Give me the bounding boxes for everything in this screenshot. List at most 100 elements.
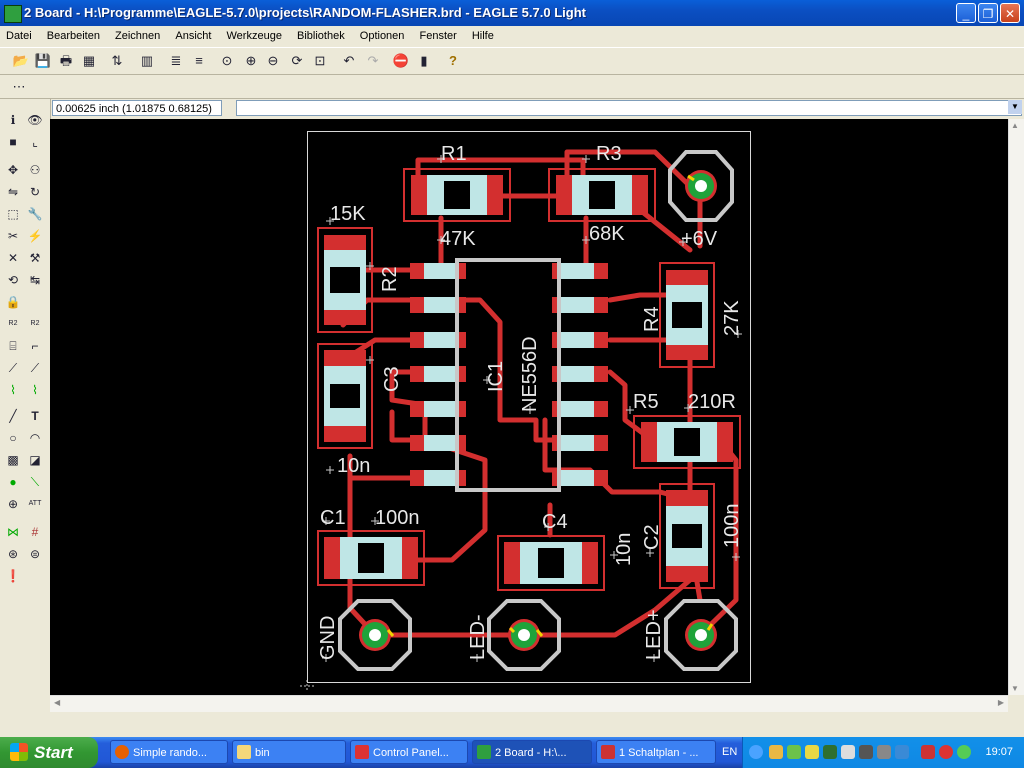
text-icon[interactable]: T [26, 407, 44, 425]
wire-icon[interactable]: ╱ [4, 407, 22, 425]
use-library-icon[interactable]: ▥ [138, 52, 156, 70]
mirror-icon[interactable]: ⇋ [4, 183, 22, 201]
tray-volume-icon[interactable] [841, 745, 855, 759]
command-dropdown-arrow[interactable]: ▼ [1008, 100, 1022, 114]
go-icon[interactable]: ▮ [415, 52, 433, 70]
script-icon[interactable]: ≣ [167, 52, 185, 70]
save-icon[interactable]: 💾 [34, 52, 52, 70]
name-icon[interactable]: R2 [4, 315, 22, 333]
ulp-icon[interactable]: ≡ [190, 52, 208, 70]
language-indicator[interactable]: EN [722, 737, 737, 768]
menu-fenster[interactable]: Fenster [413, 26, 462, 46]
add-icon[interactable]: ⚒ [26, 249, 44, 267]
errors-icon[interactable]: ❗ [4, 567, 22, 585]
task-board[interactable]: 2 Board - H:\... [472, 740, 592, 764]
close-button[interactable]: ✕ [1000, 3, 1020, 23]
tray-alert-icon[interactable] [939, 745, 953, 759]
help-icon[interactable]: ? [444, 52, 462, 70]
info-icon[interactable]: ℹ [4, 111, 22, 129]
tray-shield-icon[interactable] [805, 745, 819, 759]
menu-optionen[interactable]: Optionen [354, 26, 411, 46]
menu-hilfe[interactable]: Hilfe [466, 26, 500, 46]
zoom-in-icon[interactable]: ⊕ [242, 52, 260, 70]
erc-icon[interactable]: ⊛ [4, 545, 22, 563]
title-bar[interactable]: 2 Board - H:\Programme\EAGLE-5.7.0\proje… [0, 0, 1024, 26]
zoom-select-icon[interactable]: ⊡ [311, 52, 329, 70]
grid-icon[interactable]: ⋯ [10, 78, 28, 96]
move-icon[interactable]: ✥ [4, 161, 22, 179]
rotate-icon[interactable]: ↻ [26, 183, 44, 201]
autorouter-icon[interactable]: # [26, 523, 44, 541]
eagle-app-icon[interactable] [4, 5, 22, 23]
task-control-panel[interactable]: Control Panel... [350, 740, 468, 764]
ripup-icon[interactable]: ⌇ [26, 381, 44, 399]
start-button[interactable]: Start [0, 737, 98, 768]
attribute-icon[interactable]: ATT [26, 495, 44, 513]
tray-device-icon[interactable] [859, 745, 873, 759]
redraw-icon[interactable]: ⟳ [288, 52, 306, 70]
tray-arrow-icon[interactable] [749, 745, 763, 759]
task-schaltplan[interactable]: 1 Schaltplan - ... [596, 740, 716, 764]
menu-datei[interactable]: Datei [0, 26, 38, 46]
redo-icon[interactable]: ↷ [364, 52, 382, 70]
lock-icon[interactable]: ↹ [26, 271, 44, 289]
scroll-down-arrow[interactable]: ▼ [1011, 684, 1019, 693]
paste-icon[interactable]: ✂ [4, 227, 22, 245]
tray-network-icon[interactable] [769, 745, 783, 759]
polygon-icon[interactable]: ◪ [26, 451, 44, 469]
task-firefox[interactable]: Simple rando... [110, 740, 228, 764]
menu-werkzeuge[interactable]: Werkzeuge [221, 26, 288, 46]
delete-icon[interactable]: ⚡ [26, 227, 44, 245]
undo-icon[interactable]: ↶ [340, 52, 358, 70]
horizontal-scrollbar[interactable]: ◀ ▶ [50, 695, 1008, 712]
menu-bearbeiten[interactable]: Bearbeiten [41, 26, 106, 46]
scroll-right-arrow[interactable]: ▶ [998, 698, 1004, 707]
replace-icon[interactable]: ⟲ [4, 271, 22, 289]
tray-app-icon[interactable] [823, 745, 837, 759]
menu-zeichnen[interactable]: Zeichnen [109, 26, 166, 46]
value-icon[interactable]: R2 [26, 315, 44, 333]
via-icon[interactable]: ● [4, 473, 22, 491]
tray-security-icon[interactable] [787, 745, 801, 759]
minimize-button[interactable]: _ [956, 3, 976, 23]
smash-icon[interactable]: ⌸ [4, 337, 22, 355]
display-layers-icon[interactable]: ■ [4, 133, 22, 151]
show-icon[interactable]: 👁 [26, 111, 44, 129]
group-icon[interactable]: ⬚ [4, 205, 22, 223]
print-icon[interactable]: 🖶 [57, 52, 75, 70]
open-folder-icon[interactable]: 📂 [12, 52, 30, 70]
scroll-left-arrow[interactable]: ◀ [54, 698, 60, 707]
zoom-fit-icon[interactable]: ⊙ [218, 52, 236, 70]
delete-x-icon[interactable]: ✕ [4, 249, 22, 267]
restore-button[interactable]: ❐ [978, 3, 998, 23]
ratsnest-icon[interactable]: ⋈ [4, 523, 22, 541]
tray-update-icon[interactable] [957, 745, 971, 759]
stop-icon[interactable]: ⛔ [392, 52, 410, 70]
arc-icon[interactable]: ◠ [26, 429, 44, 447]
tray-remove-hardware-icon[interactable] [921, 745, 935, 759]
mark-icon[interactable]: ⌞ [26, 133, 44, 151]
miter-icon[interactable]: ⌐ [26, 337, 44, 355]
tray-monitor-icon[interactable] [877, 745, 891, 759]
menu-ansicht[interactable]: Ansicht [169, 26, 217, 46]
circle-icon[interactable]: ○ [4, 429, 22, 447]
change-icon[interactable]: 🔧 [26, 205, 44, 223]
padlock-icon[interactable]: 🔒 [4, 293, 22, 311]
command-input[interactable] [236, 100, 1022, 116]
zoom-out-icon[interactable]: ⊖ [264, 52, 282, 70]
signal-icon[interactable]: ⟍ [26, 473, 44, 491]
split-icon[interactable]: ⟋ [4, 359, 22, 377]
rect-icon[interactable]: ▩ [4, 451, 22, 469]
route-icon[interactable]: ⌇ [4, 381, 22, 399]
tray-display-icon[interactable] [895, 745, 909, 759]
cam-processor-icon[interactable]: ▦ [80, 52, 98, 70]
vertical-scrollbar[interactable]: ▲ ▼ [1008, 119, 1024, 695]
switch-schematic-icon[interactable]: ⇅ [108, 52, 126, 70]
scroll-up-arrow[interactable]: ▲ [1011, 121, 1019, 130]
drc-icon[interactable]: ⊜ [26, 545, 44, 563]
task-bin[interactable]: bin [232, 740, 346, 764]
hole-icon[interactable]: ⊕ [4, 495, 22, 513]
menu-bibliothek[interactable]: Bibliothek [291, 26, 351, 46]
board-canvas[interactable]: R1 R3 15K 47K 68K +6V R2 R4 27K C3 IC1 N… [50, 119, 1008, 695]
optimize-icon[interactable]: ⟋ [26, 359, 44, 377]
